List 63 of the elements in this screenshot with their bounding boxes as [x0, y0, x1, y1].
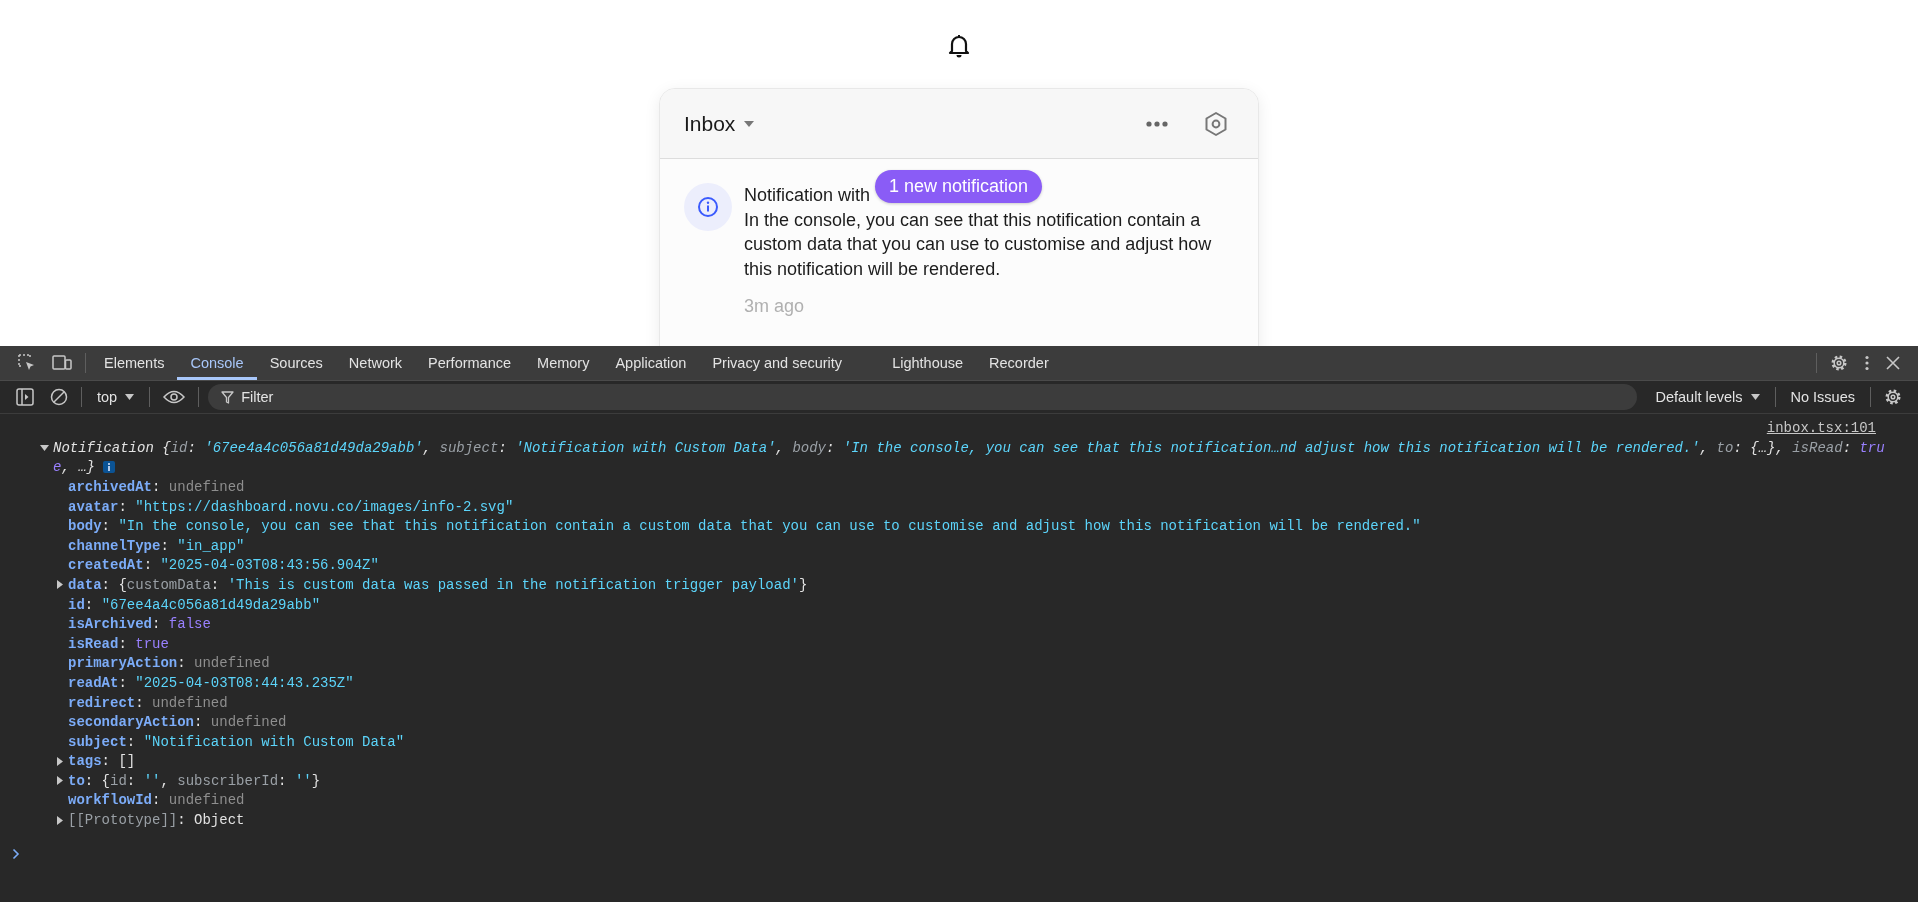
new-notification-pill[interactable]: 1 new notification [875, 170, 1043, 203]
info-avatar-icon [684, 183, 732, 231]
property-line: secondaryAction: undefined [68, 714, 287, 731]
expand-arrow-icon[interactable] [55, 756, 64, 766]
property-line: channelType: "in_app" [68, 537, 245, 554]
property-line: readAt: "2025-04-03T08:44:43.235Z" [68, 674, 354, 691]
clear-console-icon[interactable] [50, 388, 68, 406]
caret-icon [744, 120, 755, 127]
property-line: avatar: "https://dashboard.novu.co/images/info-2.svg" [68, 498, 514, 515]
property-line: createdAt: "2025-04-03T08:43:56.904Z" [68, 557, 379, 574]
property-line: [[Prototype]]: Object [68, 812, 245, 829]
caret-icon [1750, 394, 1760, 400]
collapse-arrow-icon[interactable] [40, 443, 49, 453]
settings-icon[interactable] [1830, 354, 1848, 372]
notification-subject: Notification with [744, 184, 871, 207]
property-line: primaryAction: undefined [68, 655, 270, 672]
devtools-tab[interactable]: Lighthouse [879, 346, 977, 380]
property-line: isRead: true [68, 635, 169, 652]
property-line: redirect: undefined [68, 694, 228, 711]
property-line: to: {id: '', subscriberId: ''} [68, 772, 321, 789]
property-line: tags: [] [68, 753, 136, 770]
devtools-tab[interactable]: Performance [415, 346, 525, 380]
property-line: data: {customData: 'This is custom data was passed in the notification trigger payload'} [68, 576, 808, 593]
expand-arrow-icon[interactable] [55, 776, 64, 786]
inbox-dropdown[interactable]: Inbox [684, 111, 755, 136]
devtools-tab[interactable]: Network [335, 346, 416, 380]
devtools-tab[interactable]: Sources [256, 346, 336, 380]
log-object-preview[interactable]: Notification {id: '67ee4a4c056a81d49da29abb', subject: 'Notification with Custom Data', body: 'In the console, you can see that this notification…nd adjust how this notification will be rendered.', to: {…}, isRead: tru [53, 439, 1885, 456]
devtools-tab[interactable]: Privacy and security [699, 346, 856, 380]
source-link[interactable]: inbox.tsx:101 [1766, 420, 1876, 438]
info-icon[interactable] [103, 461, 115, 474]
property-line: isArchived: false [68, 616, 211, 633]
notification-time: 3m ago [744, 295, 806, 318]
expand-arrow-icon[interactable] [55, 580, 64, 590]
property-line: workflowId: undefined [68, 792, 245, 809]
filter-icon [221, 391, 235, 404]
log-levels-dropdown[interactable]: Default levels [1645, 389, 1770, 405]
issues-button[interactable]: No Issues [1780, 389, 1865, 405]
property-line: subject: "Notification with Custom Data" [68, 733, 405, 750]
device-toolbar-icon[interactable] [52, 355, 72, 371]
more-icon[interactable] [1146, 120, 1168, 127]
context-dropdown[interactable]: top [87, 389, 145, 405]
settings-icon[interactable] [1204, 110, 1228, 137]
devtools-tab[interactable]: Elements [91, 346, 178, 380]
property-line: id: "67ee4a4c056a81d49da29abb" [68, 596, 321, 613]
log-object-preview[interactable]: e, …} [53, 459, 95, 476]
close-icon[interactable] [1886, 356, 1900, 370]
property-line: archivedAt: undefined [68, 479, 245, 495]
sidebar-toggle-icon[interactable] [16, 388, 34, 406]
bell-icon[interactable] [948, 34, 970, 58]
settings-icon[interactable] [1884, 388, 1902, 406]
devtools-tab[interactable]: Recorder [976, 346, 1062, 380]
eye-icon[interactable] [163, 390, 186, 404]
property-line: body: "In the console, you can see that this notification contain a custom data that you can use to customise and adjust how this notification will be rendered." [68, 518, 1421, 535]
devtools-tab[interactable]: Memory [524, 346, 603, 380]
caret-icon [125, 394, 135, 400]
more-options-icon[interactable] [1864, 355, 1870, 371]
devtools-tab[interactable]: Application [602, 346, 700, 380]
filter-field[interactable]: Filter [208, 384, 1638, 410]
notification-body: In the console, you can see that this notification contain a custom data that you can use to customise and adjust how this notification will be rendered. [744, 208, 1213, 281]
expand-arrow-icon[interactable] [55, 815, 64, 825]
inspect-element-icon[interactable] [18, 354, 36, 372]
prompt-chevron-icon[interactable] [12, 847, 20, 860]
